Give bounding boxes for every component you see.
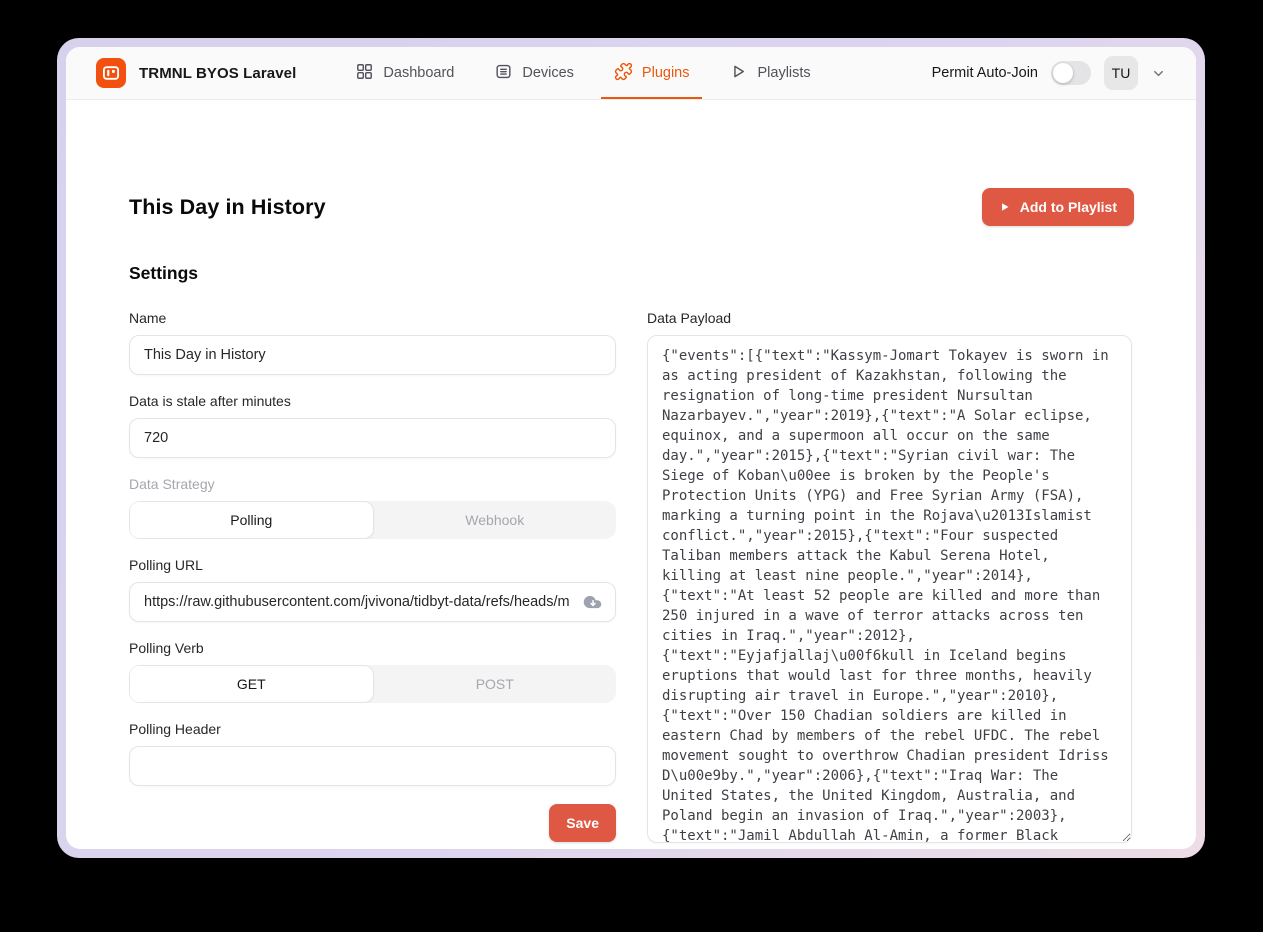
nav-label: Dashboard [383,65,454,81]
stale-field-group: Data is stale after minutes [129,393,616,458]
settings-heading: Settings [129,263,1134,284]
polling-header-input[interactable] [129,746,616,786]
main-content: This Day in History Add to Playlist Sett… [66,100,1196,848]
nav-label: Devices [522,65,574,81]
nav-label: Plugins [642,65,690,81]
save-row: Save [129,804,616,842]
name-field-group: Name [129,310,616,375]
title-row: This Day in History Add to Playlist [129,188,1134,226]
nav-label: Playlists [757,65,810,81]
settings-form: Name Data is stale after minutes Data St… [129,310,616,848]
data-strategy-label: Data Strategy [129,476,616,492]
polling-url-group: Polling URL [129,557,616,622]
top-navigation-bar: TRMNL BYOS Laravel Dashboard [66,47,1196,100]
polling-url-label: Polling URL [129,557,616,573]
cloud-download-icon[interactable] [582,592,603,613]
data-strategy-group: Data Strategy Polling Webhook [129,476,616,539]
name-label: Name [129,310,616,326]
app-window: TRMNL BYOS Laravel Dashboard [66,47,1196,849]
play-filled-icon [999,201,1011,213]
name-input[interactable] [129,335,616,375]
data-strategy-segmented: Polling Webhook [129,501,616,539]
topbar-right: Permit Auto-Join TU [932,47,1166,99]
segment-polling[interactable]: Polling [129,501,374,539]
add-to-playlist-button[interactable]: Add to Playlist [982,188,1134,226]
chevron-down-icon[interactable] [1151,66,1166,81]
window-frame: TRMNL BYOS Laravel Dashboard [57,38,1205,858]
permit-auto-join-label: Permit Auto-Join [932,65,1038,81]
polling-header-group: Polling Header [129,721,616,786]
payload-column: Data Payload {"events":[{"text":"Kassym-… [647,310,1132,848]
stale-minutes-input[interactable] [129,418,616,458]
brand: TRMNL BYOS Laravel [96,47,296,99]
page-title: This Day in History [129,195,326,220]
polling-verb-segmented: GET POST [129,665,616,703]
trmnl-logo-icon [96,58,126,88]
data-payload-label: Data Payload [647,310,1132,326]
main-nav: Dashboard Devices [342,47,823,99]
nav-item-plugins[interactable]: Plugins [601,47,703,99]
polling-header-label: Polling Header [129,721,616,737]
brand-title: TRMNL BYOS Laravel [139,65,296,82]
polling-url-input[interactable] [129,582,616,622]
save-button[interactable]: Save [549,804,616,842]
play-icon [729,62,748,85]
polling-verb-label: Polling Verb [129,640,616,656]
nav-item-playlists[interactable]: Playlists [716,47,823,99]
permit-auto-join-toggle[interactable] [1051,61,1091,85]
settings-columns: Name Data is stale after minutes Data St… [129,310,1134,848]
toggle-knob [1053,63,1073,83]
devices-icon [494,62,513,85]
segment-webhook[interactable]: Webhook [374,501,617,539]
polling-verb-group: Polling Verb GET POST [129,640,616,703]
puzzle-icon [614,62,633,85]
nav-item-devices[interactable]: Devices [481,47,587,99]
segment-get[interactable]: GET [129,665,374,703]
stale-label: Data is stale after minutes [129,393,616,409]
grid-icon [355,62,374,85]
segment-post[interactable]: POST [374,665,617,703]
avatar[interactable]: TU [1104,56,1138,90]
add-to-playlist-label: Add to Playlist [1020,199,1117,215]
nav-item-dashboard[interactable]: Dashboard [342,47,467,99]
data-payload-textarea[interactable]: {"events":[{"text":"Kassym-Jomart Tokaye… [647,335,1132,843]
